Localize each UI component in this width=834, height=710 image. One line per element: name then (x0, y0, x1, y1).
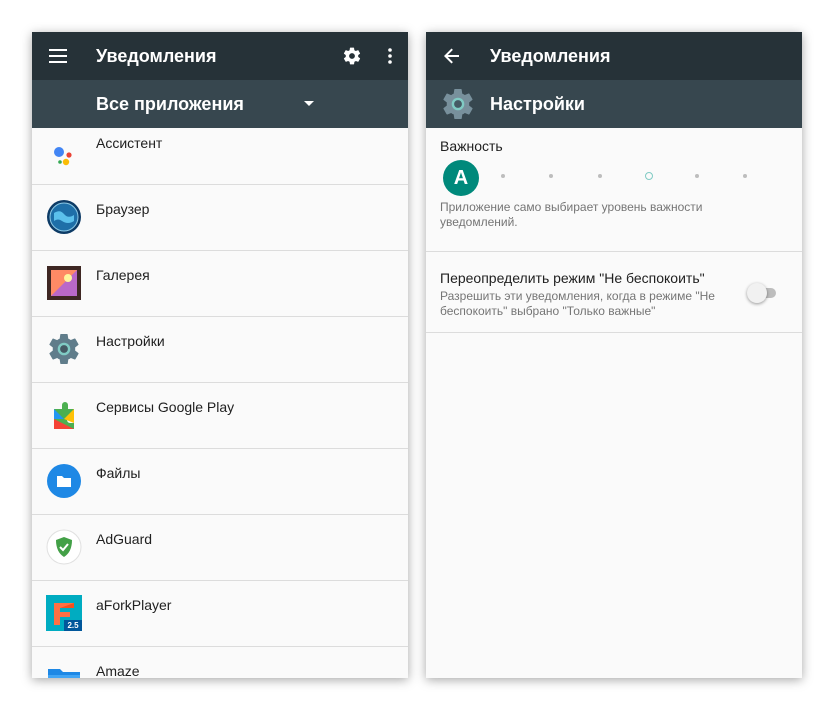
list-item-google-play-services[interactable]: Сервисы Google Play (32, 383, 408, 449)
app-label: Галерея (96, 267, 150, 283)
files-folder-icon (46, 463, 82, 499)
page-title: Уведомления (490, 46, 611, 66)
browser-globe-icon (46, 199, 82, 235)
app-label: AdGuard (96, 531, 153, 547)
description-line: беспокоить" выбрано "Только важные" (440, 304, 656, 318)
dropdown-arrow-icon[interactable] (304, 101, 314, 106)
list-item-browser[interactable]: Браузер (32, 185, 408, 251)
divider (426, 332, 802, 333)
importance-description: Приложение само выбирает уровень важност… (440, 200, 702, 230)
hamburger-menu-icon[interactable] (38, 32, 78, 80)
divider (426, 251, 802, 252)
app-label: Настройки (96, 333, 165, 349)
description-line: Приложение само выбирает уровень важност… (440, 200, 703, 214)
app-label: Файлы (96, 465, 141, 481)
slider-step-selected[interactable] (645, 172, 653, 180)
app-label: Сервисы Google Play (96, 399, 235, 415)
page-title: Уведомления (96, 46, 217, 66)
more-vert-icon[interactable] (370, 32, 408, 80)
slider-step[interactable] (549, 174, 553, 178)
app-list-screen: Уведомления Все приложения Ассистент Бра… (32, 32, 408, 678)
google-play-services-icon (46, 397, 82, 433)
amaze-folder-icon (46, 661, 82, 678)
importance-avatar: A (443, 160, 479, 196)
app-label: Браузер (96, 201, 150, 217)
back-arrow-icon[interactable] (432, 32, 472, 80)
slider-step[interactable] (695, 174, 699, 178)
settings-gear-icon (46, 331, 82, 367)
app-notification-settings-screen: Уведомления Настройки Важность A Приложе… (426, 32, 802, 678)
app-bar: Уведомления (426, 32, 802, 80)
app-header: Настройки (426, 80, 802, 128)
assistant-icon (46, 138, 82, 174)
app-name: Настройки (490, 94, 585, 114)
description-line: уведомлений. (440, 215, 518, 229)
gear-icon[interactable] (332, 32, 372, 80)
list-item-aforkplayer[interactable]: 2.5 aForkPlayer (32, 581, 408, 647)
app-list: Ассистент Браузер Галерея Настройки Серв… (32, 128, 408, 678)
importance-label: Важность (440, 138, 503, 154)
aforkplayer-icon: 2.5 (46, 595, 82, 631)
settings-gear-icon (440, 86, 476, 122)
list-item-adguard[interactable]: AdGuard (32, 515, 408, 581)
slider-step[interactable] (501, 174, 505, 178)
gallery-icon (46, 265, 82, 301)
version-badge: 2.5 (64, 620, 82, 631)
app-label: Amaze (96, 663, 140, 678)
adguard-shield-icon (46, 529, 82, 565)
list-item-amaze[interactable]: Amaze (32, 647, 408, 678)
dnd-override-description: Разрешить эти уведомления, когда в режим… (440, 289, 715, 319)
app-label: aForkPlayer (96, 597, 172, 613)
dnd-override-label: Переопределить режим "Не беспокоить" (440, 270, 705, 286)
filter-bar[interactable]: Все приложения (32, 80, 408, 128)
description-line: Разрешить эти уведомления, когда в режим… (440, 289, 715, 303)
slider-step[interactable] (743, 174, 747, 178)
list-item-files[interactable]: Файлы (32, 449, 408, 515)
app-bar: Уведомления (32, 32, 408, 80)
list-item-gallery[interactable]: Галерея (32, 251, 408, 317)
app-filter-dropdown[interactable]: Все приложения (96, 80, 244, 128)
list-item-settings[interactable]: Настройки (32, 317, 408, 383)
slider-step[interactable] (598, 174, 602, 178)
dnd-toggle-switch[interactable] (747, 283, 767, 303)
app-label: Ассистент (96, 135, 163, 151)
list-item-assistant[interactable]: Ассистент (32, 128, 408, 185)
